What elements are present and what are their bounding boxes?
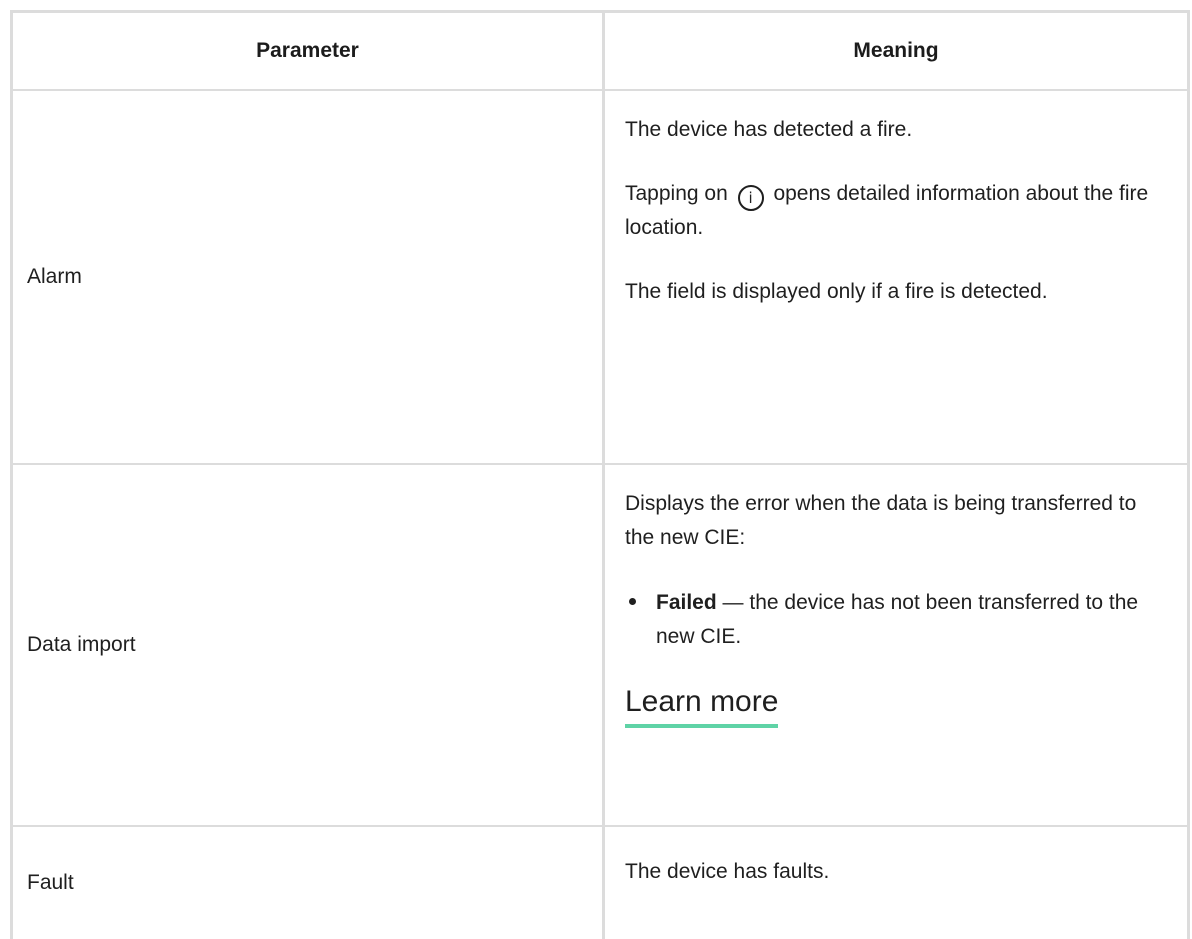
table-row: Data import Displays the error when the … [13, 465, 1187, 827]
header-parameter: Parameter [13, 13, 605, 89]
table-row: Alarm The device has detected a fire. Ta… [13, 91, 1187, 465]
status-label: Failed [656, 591, 717, 614]
meaning-text: Displays the error when the data is bein… [625, 492, 1137, 549]
table-row: Fault The device has faults. [13, 827, 1187, 939]
parameter-cell: Alarm [13, 91, 605, 463]
table-header: Parameter Meaning [13, 10, 1187, 91]
parameter-cell: Fault [13, 827, 605, 939]
meaning-text: Tapping on i opens detailed information … [625, 182, 1149, 239]
header-meaning: Meaning [853, 39, 939, 62]
meaning-text: The device has detected a fire. [625, 118, 913, 141]
parameter-name: Data import [27, 633, 136, 656]
learn-more-link[interactable]: Learn more [625, 682, 779, 728]
parameter-name: Alarm [27, 265, 82, 288]
bullet-list: Failed — the device has not been transfe… [625, 585, 1155, 654]
meaning-text: The field is displayed only if a fire is… [625, 280, 1048, 303]
meaning-cell: Displays the error when the data is bein… [605, 465, 1187, 825]
parameter-cell: Data import [13, 465, 605, 825]
meaning-text: The device has faults. [625, 860, 830, 883]
parameter-name: Fault [27, 871, 74, 894]
list-item: Failed — the device has not been transfe… [650, 585, 1155, 654]
meaning-cell: The device has detected a fire. Tapping … [605, 91, 1187, 463]
meaning-cell: The device has faults. [605, 827, 1187, 939]
info-icon: i [737, 185, 764, 211]
parameters-table: Parameter Meaning Alarm The device has d… [10, 10, 1190, 939]
